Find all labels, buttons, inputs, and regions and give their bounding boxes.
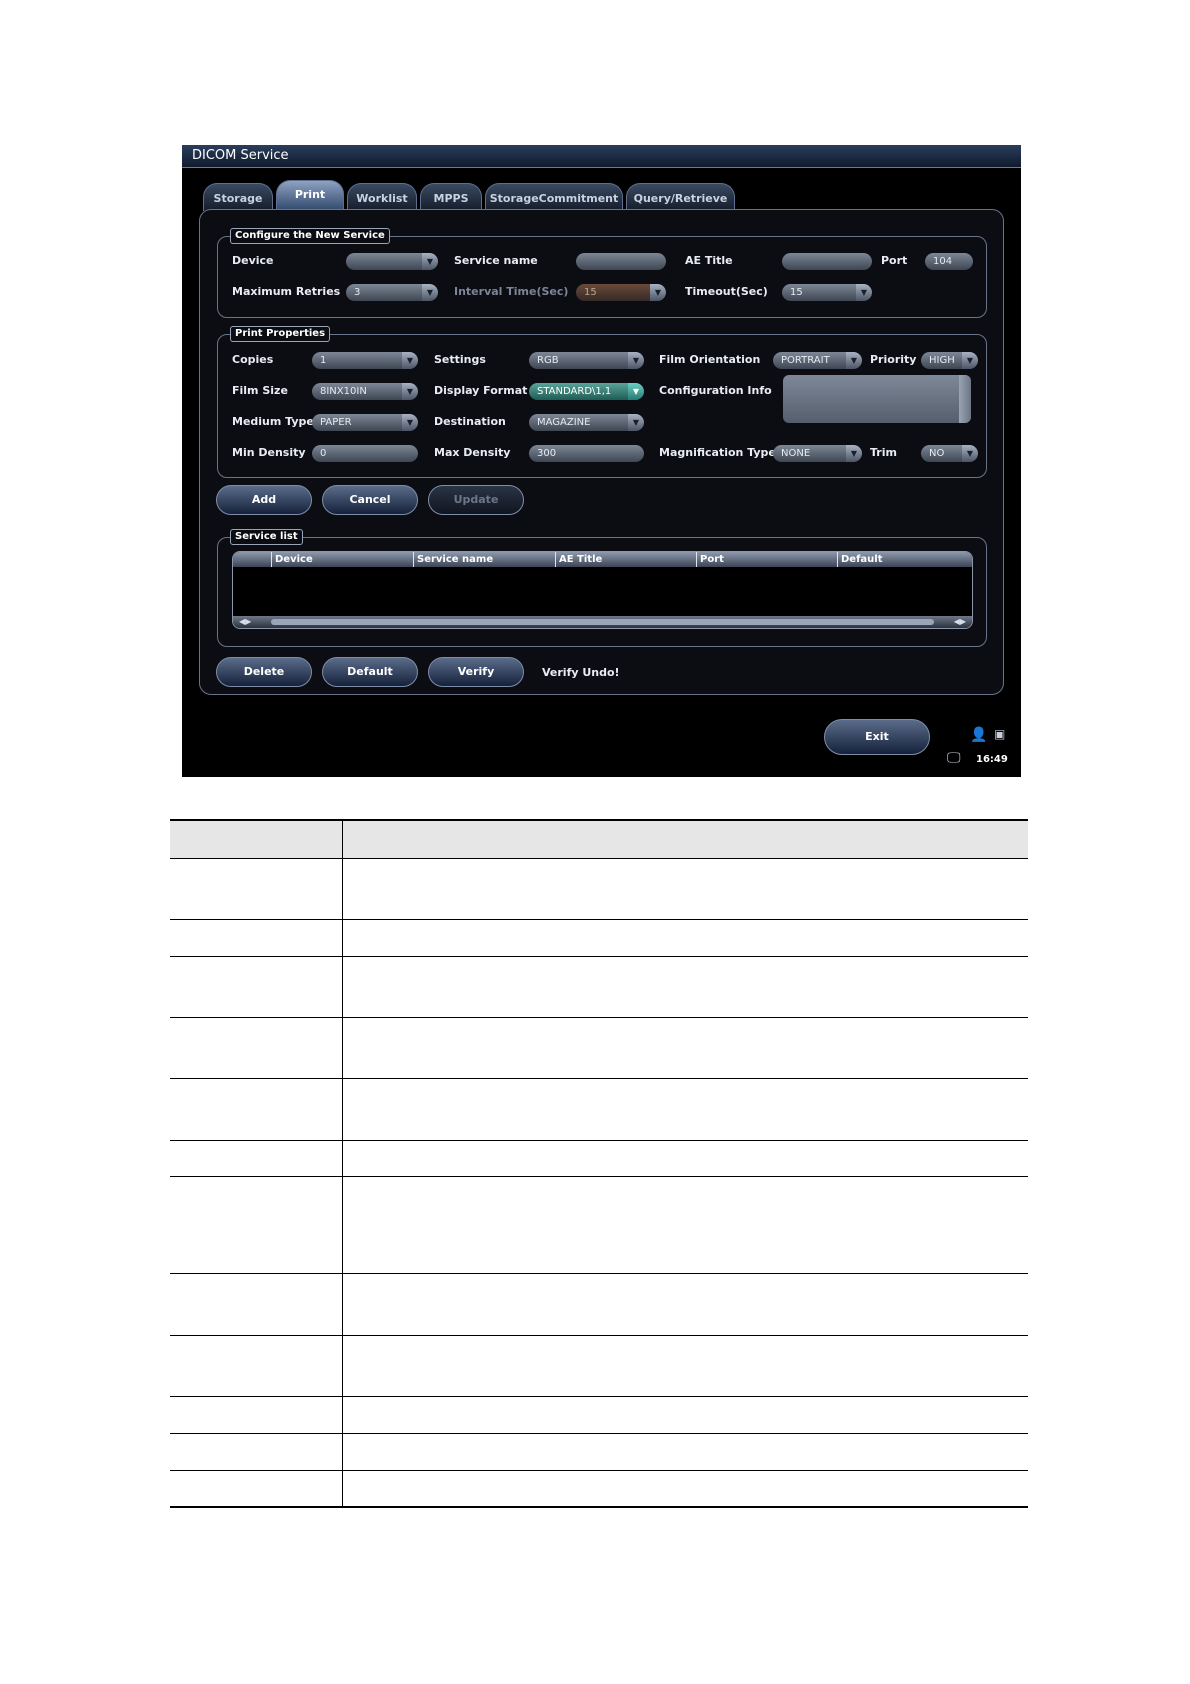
horizontal-scrollbar[interactable]: ◀▶ ◀▶ [233, 616, 972, 628]
timeout-select[interactable]: 15 ▼ [782, 284, 872, 301]
service-list-legend: Service list [230, 529, 303, 545]
verify-button[interactable]: Verify [428, 657, 524, 687]
copies-select[interactable]: 1 ▼ [312, 352, 418, 369]
col-port[interactable]: Port [696, 552, 724, 567]
add-button[interactable]: Add [216, 485, 312, 515]
exit-button[interactable]: Exit [824, 719, 930, 755]
user-icon: 👤 [970, 727, 988, 743]
copies-label: Copies [232, 353, 274, 366]
scroll-left-icon[interactable]: ◀▶ [239, 616, 251, 628]
monitor-icon: 🖵 [947, 750, 961, 766]
default-button[interactable]: Default [322, 657, 418, 687]
max-density-label: Max Density [434, 446, 511, 459]
table-row [170, 1273, 1028, 1335]
table-row [170, 1335, 1028, 1396]
table-row [170, 956, 1028, 1017]
table-row [170, 1470, 1028, 1507]
film-size-select[interactable]: 8INX10IN ▼ [312, 383, 418, 400]
table-row [170, 1396, 1028, 1433]
printer-icon: ▣ [994, 727, 1006, 741]
ae-title-label: AE Title [685, 254, 733, 267]
port-input[interactable]: 104 [925, 253, 973, 270]
service-list-table[interactable]: Device Service name AE Title Port Defaul… [232, 551, 973, 629]
configuration-info-textarea[interactable] [783, 375, 971, 423]
col-service-name[interactable]: Service name [413, 552, 493, 567]
table-header [170, 820, 1028, 858]
table-row [170, 858, 1028, 919]
trim-label: Trim [870, 446, 897, 459]
vertical-scrollbar[interactable] [959, 375, 971, 423]
interval-time-label: Interval Time(Sec) [454, 285, 569, 298]
magnification-type-select[interactable]: NONE ▼ [773, 445, 862, 462]
settings-label: Settings [434, 353, 486, 366]
configuration-info-label: Configuration Info [659, 384, 772, 397]
table-row [170, 919, 1028, 956]
timeout-label: Timeout(Sec) [685, 285, 768, 298]
table-row [170, 1140, 1028, 1176]
tab-mpps[interactable]: MPPS [420, 183, 482, 211]
magnification-type-label: Magnification Type [659, 446, 776, 459]
film-orientation-select[interactable]: PORTRAIT ▼ [773, 352, 862, 369]
window-title: DICOM Service [192, 148, 289, 163]
medium-type-label: Medium Type [232, 415, 314, 428]
scroll-right-icon[interactable]: ◀▶ [954, 616, 966, 628]
print-properties-legend: Print Properties [230, 326, 331, 342]
tab-query-retrieve[interactable]: Query/Retrieve [626, 183, 735, 211]
table-row [170, 1176, 1028, 1273]
display-format-select[interactable]: STANDARD\1,1 ▼ [529, 383, 644, 400]
col-ae-title[interactable]: AE Title [555, 552, 602, 567]
tab-worklist[interactable]: Worklist [347, 183, 417, 211]
table-row [170, 1078, 1028, 1140]
verify-status: Verify Undo! [542, 666, 620, 679]
title-bar: DICOM Service [182, 145, 1021, 168]
ae-title-input[interactable] [782, 253, 872, 270]
update-button[interactable]: Update [428, 485, 524, 515]
tab-storage[interactable]: Storage [203, 183, 273, 211]
service-name-label: Service name [454, 254, 538, 267]
device-select[interactable]: ▼ [346, 253, 438, 270]
device-label: Device [232, 254, 274, 267]
col-device[interactable]: Device [271, 552, 313, 567]
cancel-button[interactable]: Cancel [322, 485, 418, 515]
medium-type-select[interactable]: PAPER ▼ [312, 414, 418, 431]
priority-select[interactable]: HIGH ▼ [921, 352, 978, 369]
table-row [170, 1433, 1028, 1470]
min-density-label: Min Density [232, 446, 306, 459]
service-name-input[interactable] [576, 253, 666, 270]
tab-storage-commitment[interactable]: StorageCommitment [485, 183, 623, 211]
priority-label: Priority [870, 353, 917, 366]
scrollbar-thumb[interactable] [271, 619, 934, 625]
film-orientation-label: Film Orientation [659, 353, 761, 366]
description-table [170, 819, 1028, 1508]
delete-button[interactable]: Delete [216, 657, 312, 687]
col-default[interactable]: Default [837, 552, 883, 567]
configure-legend: Configure the New Service [230, 228, 390, 244]
tab-print[interactable]: Print [276, 180, 344, 212]
clock: 16:49 [976, 754, 1008, 765]
settings-select[interactable]: RGB ▼ [529, 352, 644, 369]
table-row [170, 1017, 1028, 1078]
destination-select[interactable]: MAGAZINE ▼ [529, 414, 644, 431]
trim-select[interactable]: NO ▼ [921, 445, 978, 462]
port-label: Port [881, 254, 908, 267]
interval-time-select[interactable]: 15 ▼ [576, 284, 666, 301]
configure-group: Configure the New Service [217, 228, 987, 318]
max-density-input[interactable]: 300 [529, 445, 644, 462]
min-density-input[interactable]: 0 [312, 445, 418, 462]
destination-label: Destination [434, 415, 506, 428]
display-format-label: Display Format [434, 384, 528, 397]
service-list-header: Device Service name AE Title Port Defaul… [233, 552, 972, 567]
dicom-service-window: DICOM Service Storage Print Worklist MPP… [182, 145, 1021, 777]
film-size-label: Film Size [232, 384, 288, 397]
max-retries-label: Maximum Retries [232, 285, 341, 298]
max-retries-select[interactable]: 3 ▼ [346, 284, 438, 301]
